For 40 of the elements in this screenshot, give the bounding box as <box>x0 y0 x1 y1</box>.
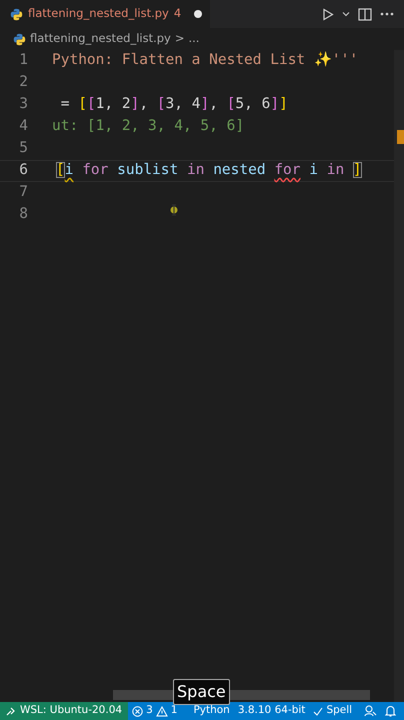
text-cursor-icon <box>170 204 178 216</box>
line-number: 5 <box>18 139 29 158</box>
code-comment: ut: [1, 2, 3, 4, 5, 6] <box>52 117 244 136</box>
spell-indicator[interactable]: Spell <box>309 703 356 719</box>
run-icon[interactable] <box>322 8 334 20</box>
check-icon <box>313 706 324 716</box>
line-number: 8 <box>18 205 29 224</box>
code-line: Python: Flatten a Nested List ✨''' <box>52 50 358 70</box>
feedback-icon[interactable] <box>364 705 377 717</box>
language-mode[interactable]: Python <box>189 703 234 719</box>
python-icon <box>10 8 23 20</box>
tab-title: flattening_nested_list.py <box>28 5 169 22</box>
line-number: 1 <box>18 51 29 70</box>
unsaved-dot[interactable] <box>194 10 202 18</box>
problems-indicator[interactable]: 3 1 <box>128 703 182 719</box>
overview-ruler-marker <box>397 130 404 144</box>
scrollbar-track[interactable] <box>394 50 404 702</box>
more-icon[interactable] <box>380 12 394 16</box>
key-tooltip: Space <box>173 679 230 705</box>
remote-icon <box>6 706 16 716</box>
warning-icon <box>156 706 168 716</box>
bell-icon[interactable] <box>385 705 396 717</box>
breadcrumb-item[interactable]: flattening_nested_list.py <box>30 30 171 48</box>
problem-count: 4 <box>174 5 182 22</box>
breadcrumb-item[interactable]: ... <box>188 30 200 48</box>
interpreter-selector[interactable]: 3.8.10 64-bit <box>234 703 310 719</box>
line-number: 7 <box>18 183 29 202</box>
split-editor-icon[interactable] <box>358 8 372 20</box>
line-number: 4 <box>18 117 29 136</box>
line-number: 3 <box>18 95 29 114</box>
chevron-down-icon[interactable] <box>342 11 350 17</box>
remote-indicator[interactable]: WSL: Ubuntu-20.04 <box>0 702 128 720</box>
line-number: 2 <box>18 73 29 92</box>
code-line: = [[1, 2], [3, 4], [5, 6]] <box>60 95 288 114</box>
breadcrumb-separator: > <box>174 30 184 48</box>
editor-tab[interactable]: flattening_nested_list.py 4 <box>0 0 210 28</box>
error-icon <box>132 706 144 716</box>
line-number: 6 <box>18 161 29 180</box>
python-icon <box>13 32 26 46</box>
code-line: [i for sublist in nested for i in ] <box>56 161 362 180</box>
